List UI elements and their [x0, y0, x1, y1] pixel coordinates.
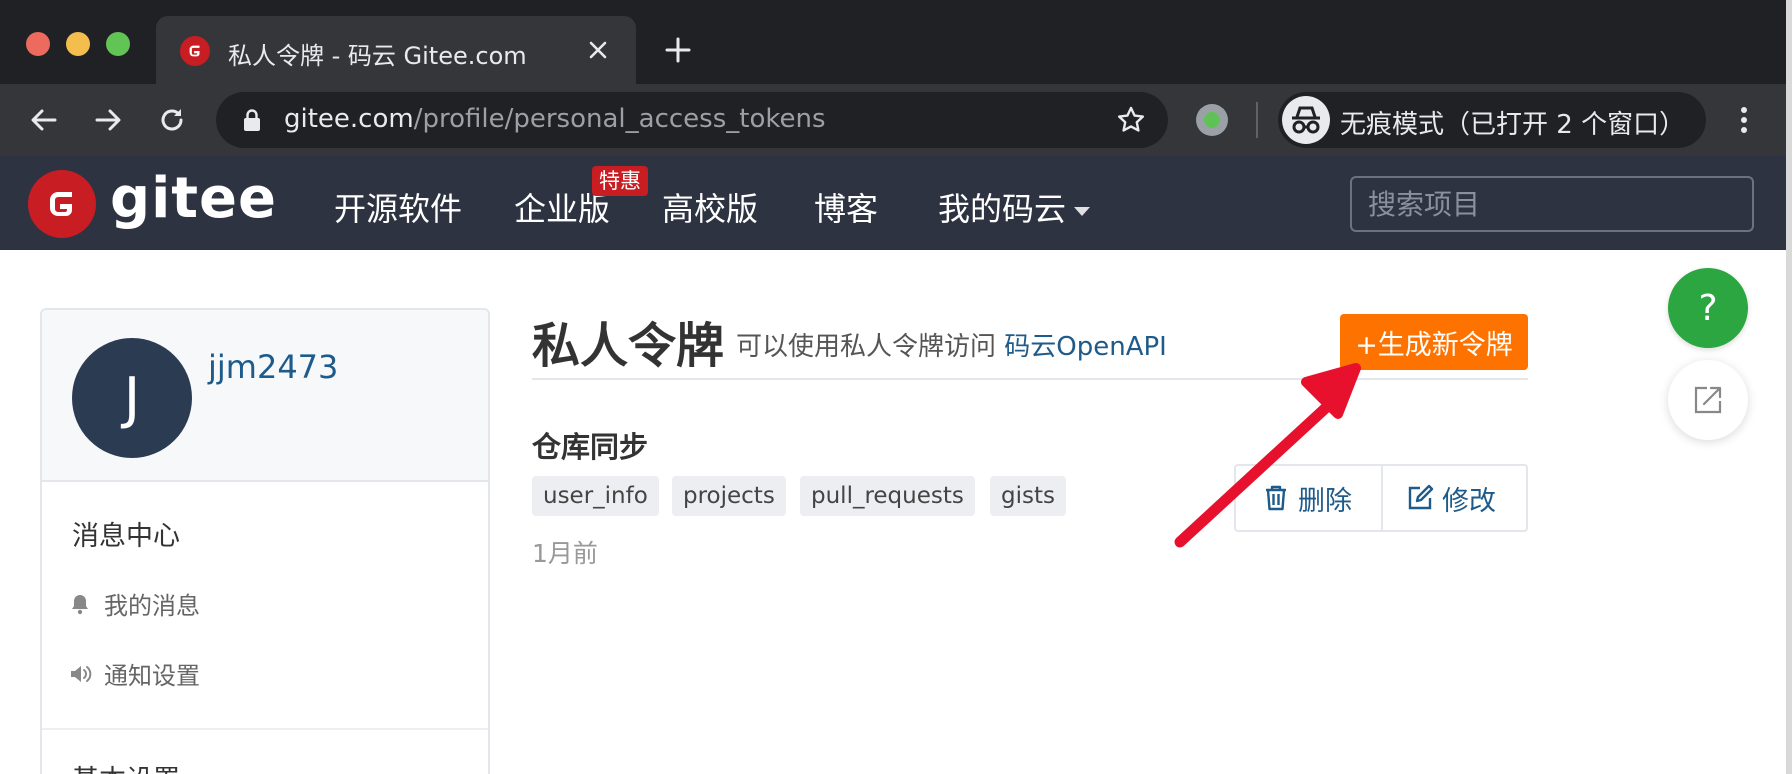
extension-icon[interactable] — [1196, 104, 1228, 136]
scope-tag: user_info — [532, 476, 659, 516]
scope-tag: gists — [990, 476, 1066, 516]
delete-label: 删除 — [1298, 485, 1352, 517]
nav-my-gitee-label: 我的码云 — [938, 190, 1067, 228]
window-minimize-dot[interactable] — [66, 32, 90, 56]
trash-icon — [1266, 485, 1286, 511]
openapi-link[interactable]: 码云OpenAPI — [1004, 332, 1167, 362]
tab-title: 私人令牌 - 码云 Gitee.com — [228, 42, 527, 70]
incognito-indicator[interactable]: 无痕模式（已打开 2 个窗口） — [1278, 92, 1706, 148]
active-tab[interactable]: 私人令牌 - 码云 Gitee.com — [156, 16, 636, 84]
logo-wordmark[interactable]: gitee — [110, 166, 277, 231]
speaker-icon — [71, 665, 92, 682]
reload-icon[interactable] — [156, 104, 188, 136]
site-header: gitee 开源软件 企业版 特惠 高校版 博客 我的码云 — [0, 156, 1792, 250]
nav-open-source[interactable]: 开源软件 — [334, 184, 462, 230]
page-scrollbar[interactable] — [1786, 0, 1792, 774]
search-input[interactable] — [1350, 176, 1754, 232]
bookmark-star-icon[interactable] — [1116, 105, 1146, 135]
nav-education[interactable]: 高校版 — [662, 184, 758, 230]
section-basic-settings: 基本设置 — [72, 758, 180, 774]
gitee-favicon-icon — [180, 36, 210, 66]
username-link[interactable]: jjm2473 — [208, 348, 338, 386]
scope-tag: pull_requests — [800, 476, 975, 516]
sidebar-divider — [42, 728, 488, 730]
avatar[interactable]: J — [72, 338, 192, 458]
back-arrow-icon[interactable] — [28, 104, 60, 136]
profile-sidebar: J jjm2473 消息中心 我的消息 通知设置 基本设置 — [40, 308, 490, 774]
delete-token-button[interactable]: 删除 — [1262, 466, 1352, 530]
token-actions: 删除 修改 — [1234, 464, 1528, 532]
chevron-down-icon — [1074, 206, 1091, 216]
page-description-text: 可以使用私人令牌访问 — [736, 332, 1005, 362]
browser-toolbar: gitee.com/profile/personal_access_tokens… — [0, 84, 1792, 156]
sidebar-item-label: 我的消息 — [104, 592, 200, 620]
url-path: /profile/personal_access_tokens — [413, 104, 826, 134]
section-message-center: 消息中心 — [72, 521, 180, 552]
feedback-button[interactable] — [1668, 360, 1748, 440]
title-divider — [532, 378, 1528, 380]
enterprise-promo-badge: 特惠 — [592, 166, 648, 196]
bell-icon — [72, 594, 88, 614]
browser-tabstrip: 私人令牌 - 码云 Gitee.com — [0, 0, 1792, 84]
lock-icon[interactable] — [242, 108, 262, 132]
url-host: gitee.com — [284, 104, 414, 134]
incognito-label: 无痕模式（已打开 2 个窗口） — [1340, 110, 1686, 140]
new-tab-plus-icon[interactable] — [664, 36, 692, 64]
kebab-menu-icon[interactable] — [1734, 104, 1754, 136]
edit-label: 修改 — [1442, 485, 1496, 517]
page-description: 可以使用私人令牌访问 码云OpenAPI — [736, 326, 1167, 363]
token-name: 仓库同步 — [532, 430, 649, 464]
edit-token-button[interactable]: 修改 — [1406, 466, 1496, 530]
edit-icon — [1408, 484, 1434, 510]
profile-card: J jjm2473 — [42, 310, 488, 482]
page-title: 私人令牌 — [532, 318, 725, 374]
scope-tag: projects — [672, 476, 786, 516]
address-bar[interactable]: gitee.com/profile/personal_access_tokens — [216, 92, 1168, 148]
gitee-logo-icon[interactable] — [28, 170, 96, 238]
incognito-icon — [1282, 96, 1330, 144]
sidebar-item-label: 通知设置 — [104, 662, 200, 690]
token-created-time: 1月前 — [532, 539, 598, 568]
nav-my-gitee[interactable]: 我的码云 — [938, 184, 1091, 230]
help-button[interactable]: ? — [1668, 268, 1748, 348]
window-close-dot[interactable] — [26, 32, 50, 56]
sidebar-item-my-messages[interactable]: 我的消息 — [68, 586, 200, 621]
generate-token-button[interactable]: +生成新令牌 — [1340, 314, 1528, 370]
screen: 私人令牌 - 码云 Gitee.com gitee.com/profile/pe… — [0, 0, 1792, 774]
action-divider — [1381, 466, 1383, 530]
sidebar-item-notification-settings[interactable]: 通知设置 — [68, 656, 200, 691]
url-text[interactable]: gitee.com/profile/personal_access_tokens — [284, 104, 826, 134]
toolbar-divider — [1256, 102, 1258, 138]
share-icon — [1694, 386, 1722, 414]
forward-arrow-icon[interactable] — [92, 104, 124, 136]
nav-blog[interactable]: 博客 — [814, 184, 878, 230]
window-zoom-dot[interactable] — [106, 32, 130, 56]
tab-close-icon[interactable] — [586, 38, 610, 62]
